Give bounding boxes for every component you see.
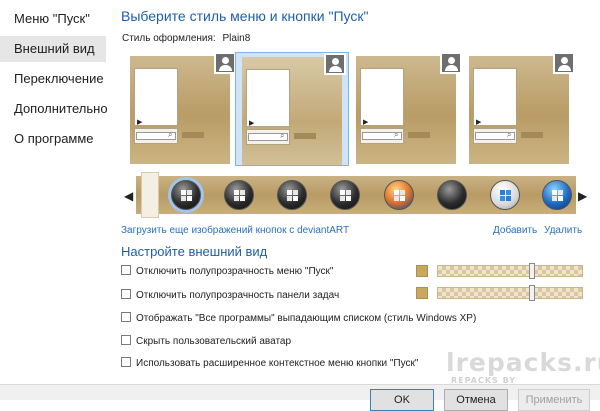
checkbox[interactable] [121,335,131,346]
option-xp-all-programs[interactable]: Отображать "Все программы" выпадающим сп… [121,312,477,327]
preview-shutdown-area [182,132,204,138]
windows-orb-icon[interactable] [330,180,360,210]
preview-shutdown-area [294,133,316,139]
sidebar-item-switching[interactable]: Переключение [0,66,106,92]
user-avatar-icon [553,52,575,74]
page-title: Выберите стиль меню и кнопки "Пуск" [121,8,369,24]
checkbox[interactable] [121,289,131,300]
search-icon: ⌕ [280,131,285,140]
style-label: Стиль оформления: [122,33,216,44]
option-label: Использовать расширенное контекстное мен… [136,358,419,369]
sidebar-item-about[interactable]: О программе [0,126,106,152]
user-avatar-icon [324,53,346,75]
arrow-right-icon: ▶ [476,119,482,126]
orb-icon[interactable] [437,180,467,210]
slider-thumb[interactable] [529,263,535,279]
checkbox[interactable] [121,357,131,368]
ok-button[interactable]: OK [370,389,434,411]
taskbar-opacity-slider[interactable] [437,287,583,299]
option-disable-start-transparency[interactable]: Отключить полупрозрачность меню "Пуск" [121,265,334,280]
style-preview-1[interactable]: ▶ ⌕ [124,52,238,166]
option-label: Скрыть пользовательский аватар [136,336,292,347]
windows-orb-icon[interactable] [224,180,254,210]
arrow-right-icon: ▶ [137,119,143,126]
user-avatar-icon [440,52,462,74]
checkbox[interactable] [121,265,131,276]
option-hide-avatar[interactable]: Скрыть пользовательский аватар [121,335,292,350]
sidebar-item-appearance[interactable]: Внешний вид [0,36,106,62]
sidebar-item-start-menu[interactable]: Меню "Пуск" [0,6,106,32]
option-disable-taskbar-transparency[interactable]: Отключить полупрозрачность панели задач [121,289,340,304]
style-preview-4[interactable]: ▶ ⌕ [463,52,577,166]
windows-orb-icon[interactable] [384,180,414,210]
option-label: Отключить полупрозрачность панели задач [136,290,340,301]
windows-orb-icon[interactable] [171,180,201,210]
style-value: Plain8 [222,33,251,44]
windows-orb-icon[interactable] [490,180,520,210]
cancel-button[interactable]: Отмена [444,389,508,411]
search-icon: ⌕ [394,130,399,139]
user-avatar-icon [214,52,236,74]
scroll-right-icon[interactable]: ▶ [578,189,587,203]
windows-orb-icon[interactable] [277,180,307,210]
search-icon: ⌕ [168,130,173,139]
sidebar: Меню "Пуск" Внешний вид Переключение Доп… [0,0,112,400]
slider-thumb[interactable] [529,285,535,301]
add-link[interactable]: Добавить [493,225,537,236]
taskbar-color-swatch[interactable] [416,287,428,299]
search-icon: ⌕ [507,130,512,139]
preview-shutdown-area [521,132,543,138]
style-row: Стиль оформления: Plain8 [122,33,254,44]
option-label: Отключить полупрозрачность меню "Пуск" [136,266,334,277]
start-menu-color-swatch[interactable] [416,265,428,277]
watermark-text: lrepacks.ru [446,348,600,377]
style-preview-3[interactable]: ▶ ⌕ [350,52,464,166]
footer-bar [0,384,600,400]
download-deviantart-link[interactable]: Загрузить еще изображений кнопок с devia… [121,225,349,236]
section-title: Настройте внешний вид [121,244,268,259]
remove-link[interactable]: Удалить [544,225,582,236]
scroll-left-icon[interactable]: ◀ [124,189,133,203]
preview-shutdown-area [408,132,430,138]
arrow-right-icon: ▶ [249,120,255,127]
sidebar-item-advanced[interactable]: Дополнительно [0,96,108,122]
start-menu-opacity-slider[interactable] [437,265,583,277]
apply-button[interactable]: Применить [518,389,590,411]
arrow-right-icon: ▶ [363,119,369,126]
strip-selection-slot [141,172,159,218]
windows-orb-icon[interactable] [542,180,572,210]
style-preview-2[interactable]: ▶ ⌕ [235,52,349,166]
option-extended-context-menu[interactable]: Использовать расширенное контекстное мен… [121,357,419,372]
option-label: Отображать "Все программы" выпадающим сп… [136,313,477,324]
checkbox[interactable] [121,312,131,323]
